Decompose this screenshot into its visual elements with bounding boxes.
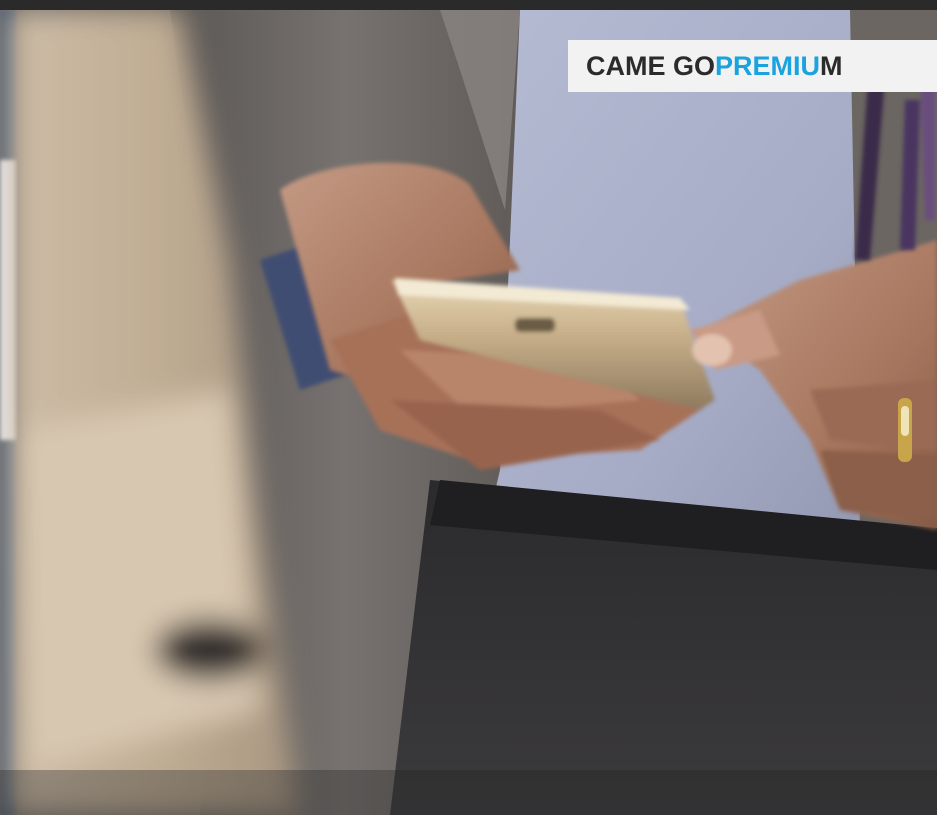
banner-text-part-1: CAME GO [586,50,716,81]
brand-banner: CAME GO PREMIU M [568,40,937,92]
top-strip [0,0,937,10]
banner-text-part-3: M [820,50,843,81]
banner-text-part-2: PREMIU [715,50,821,81]
ring-icon [898,398,912,462]
hero-frame: CAME GO PREMIU M [0,0,937,815]
hero-photo [0,10,937,815]
photo-illustration [0,10,937,815]
